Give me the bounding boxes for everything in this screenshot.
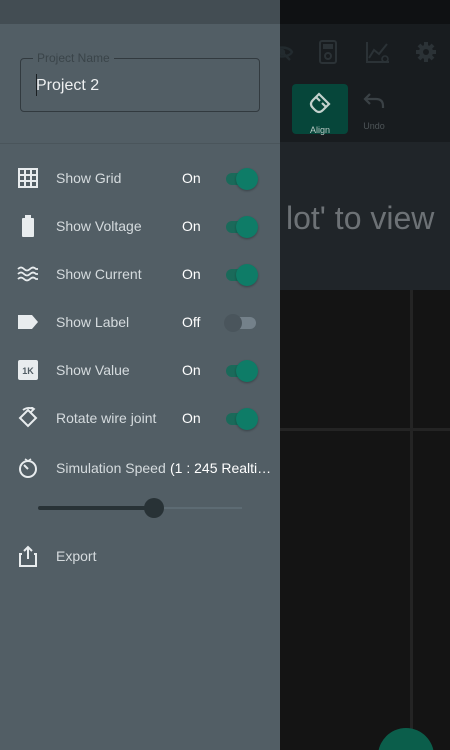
project-name-field[interactable]: Project Name Project 2 [20,51,260,112]
setting-row-show-grid[interactable]: Show Grid On [0,158,280,198]
setting-row-simulation-speed: Simulation Speed (1 : 245 Realtim… [0,448,280,488]
project-name-label: Project Name [33,51,114,65]
align-button[interactable]: Align [292,84,348,135]
show-label-state: Off [182,314,201,330]
simulation-speed-value: (1 : 245 Realtim… [170,460,278,476]
show-value-label: Show Value [56,362,130,378]
one-k-icon: 1K [16,359,40,381]
background-message: lot' to view [286,200,435,236]
share-icon [16,545,40,567]
show-grid-state: On [182,170,201,186]
setting-row-show-current[interactable]: Show Current On [0,254,280,294]
canvas-grid-line [280,428,450,431]
gear-icon[interactable] [412,38,440,66]
setting-row-show-value[interactable]: 1K Show Value On [0,350,280,390]
setting-row-show-voltage[interactable]: Show Voltage On [0,206,280,246]
rotate-icon [16,407,40,429]
settings-drawer: Project Name Project 2 Show Grid On Show… [0,0,280,750]
text-cursor [36,74,37,96]
timer-icon [16,457,40,479]
export-button[interactable]: Export [0,536,280,576]
rotate-wire-joint-label: Rotate wire joint [56,410,157,426]
drawer-divider [0,143,280,144]
slider-thumb[interactable] [144,498,165,518]
label-icon [16,311,40,333]
align-button-label: Align [309,125,330,135]
grid-icon [16,167,40,189]
simulation-speed-label: Simulation Speed [56,460,166,476]
simulation-speed-slider[interactable] [38,498,242,518]
canvas-grid-line [410,290,413,750]
show-current-state: On [182,266,201,282]
setting-row-rotate-wire-joint[interactable]: Rotate wire joint On [0,398,280,438]
one-k-icon-text: 1K [22,366,34,376]
graph-icon[interactable] [364,38,392,66]
undo-button-label: Undo [363,121,385,131]
undo-button[interactable]: Undo [346,84,402,134]
show-voltage-state: On [182,218,201,234]
undo-icon [362,90,386,117]
show-grid-toggle[interactable] [224,167,260,190]
calculator-icon[interactable] [314,38,342,66]
magnet-icon [307,90,333,121]
show-voltage-label: Show Voltage [56,218,142,234]
setting-row-show-label[interactable]: Show Label Off [0,302,280,342]
show-current-label: Show Current [56,266,142,282]
project-name-input[interactable]: Project 2 [36,77,99,95]
drawer-status-bar [0,0,280,24]
battery-icon [16,215,40,237]
show-current-toggle[interactable] [224,263,260,286]
export-label: Export [56,548,97,564]
rotate-wire-joint-state: On [182,410,201,426]
show-grid-label: Show Grid [56,170,122,186]
show-value-state: On [182,362,201,378]
slider-fill [38,506,155,510]
show-value-toggle[interactable] [224,359,260,382]
show-label-label: Show Label [56,314,130,330]
show-label-toggle[interactable] [224,311,260,333]
rotate-wire-joint-toggle[interactable] [224,407,260,430]
show-voltage-toggle[interactable] [224,215,260,238]
waves-icon [16,263,40,285]
